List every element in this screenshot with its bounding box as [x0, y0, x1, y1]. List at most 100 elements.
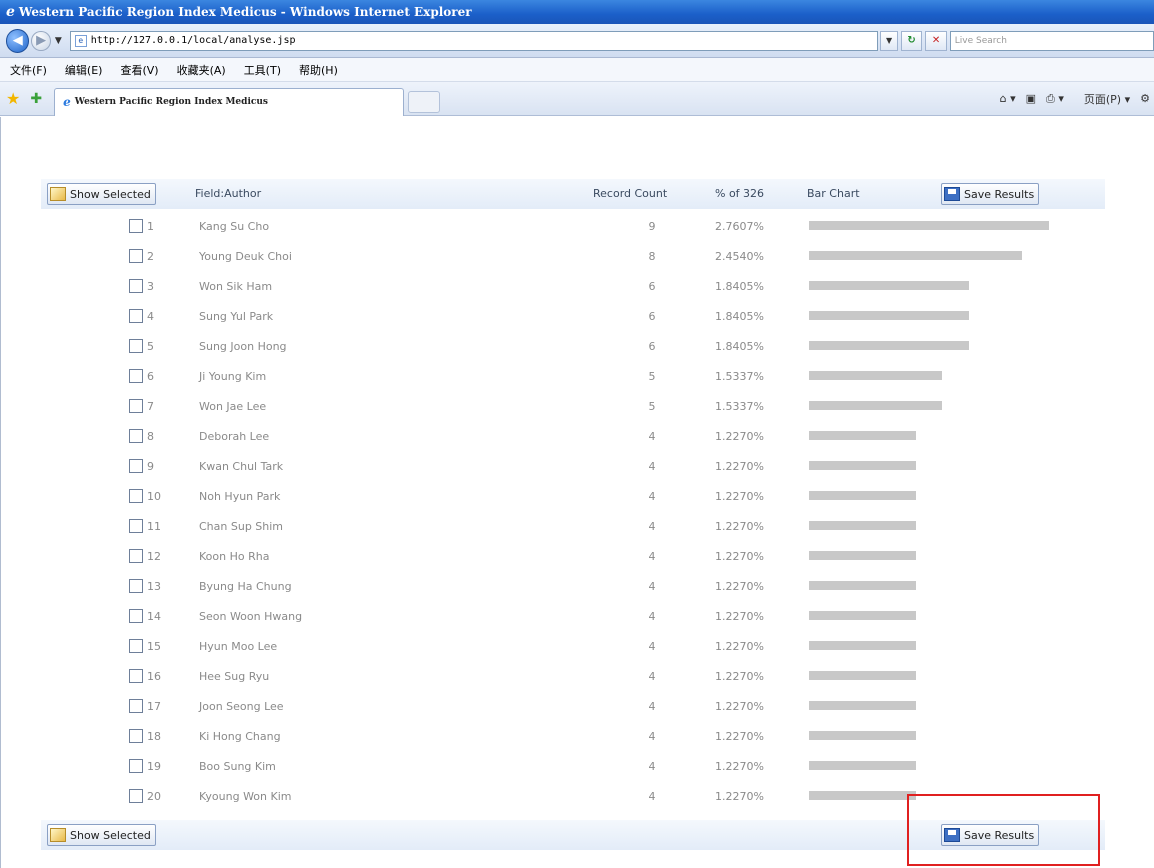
record-percent: 1.8405%	[715, 280, 764, 293]
record-count-header: Record Count	[593, 187, 668, 200]
table-row: 9 Kwan Chul Tark 4 1.2270%	[41, 451, 1105, 481]
row-checkbox[interactable]	[129, 219, 143, 233]
row-checkbox[interactable]	[129, 489, 143, 503]
row-checkbox[interactable]	[129, 429, 143, 443]
record-count: 4	[648, 790, 656, 803]
back-button[interactable]: ◀	[6, 28, 30, 53]
stop-button[interactable]: ✕	[925, 30, 947, 51]
window-title-bar: e Western Pacific Region Index Medicus -…	[0, 0, 1154, 24]
refresh-button[interactable]: ↻	[900, 30, 923, 51]
table-row: 15 Hyun Moo Lee 4 1.2270%	[41, 631, 1105, 661]
page-menu-label: 页面(P)	[1083, 92, 1122, 106]
row-checkbox[interactable]	[129, 309, 143, 323]
command-bar: ⌂ ▾ ▣ ⎙ ▾ 页面(P) ▾ ⚙	[990, 91, 1154, 107]
author-name: Hee Sug Ryu	[199, 670, 270, 683]
address-dropdown-icon[interactable]: ▼	[880, 30, 898, 51]
page-menu[interactable]: 页面(P) ▾	[1074, 91, 1130, 107]
row-checkbox[interactable]	[129, 639, 143, 653]
address-input[interactable]: e http://127.0.0.1/local/analyse.jsp	[69, 30, 879, 51]
record-count: 4	[648, 610, 656, 623]
row-index: 17	[147, 700, 161, 713]
author-name: Hyun Moo Lee	[199, 640, 278, 653]
forward-button[interactable]: ▶	[31, 30, 51, 51]
author-name: Deborah Lee	[199, 430, 270, 443]
row-index: 12	[147, 550, 161, 563]
record-count: 4	[648, 730, 656, 743]
menu-file[interactable]: 文件(F)	[10, 62, 47, 78]
table-row: 6 Ji Young Kim 5 1.5337%	[41, 361, 1105, 391]
row-index: 16	[147, 670, 161, 683]
row-checkbox[interactable]	[129, 369, 143, 383]
table-row: 1 Kang Su Cho 9 2.7607%	[41, 211, 1105, 241]
row-checkbox[interactable]	[129, 279, 143, 293]
author-name: Joon Seong Lee	[199, 700, 284, 713]
row-checkbox[interactable]	[129, 549, 143, 563]
record-count: 5	[648, 400, 656, 413]
record-percent: 1.2270%	[715, 490, 764, 503]
row-index: 7	[147, 400, 154, 413]
row-checkbox[interactable]	[129, 789, 143, 803]
feeds-icon[interactable]: ▣	[1026, 92, 1036, 105]
bar-chart-bar	[809, 551, 916, 560]
record-count: 4	[648, 640, 656, 653]
favorites-star-icon[interactable]: ★	[6, 89, 20, 108]
row-checkbox[interactable]	[129, 249, 143, 263]
field-header: Field:Author	[195, 187, 262, 200]
menu-view[interactable]: 查看(V)	[120, 62, 158, 78]
menu-help[interactable]: 帮助(H)	[299, 62, 338, 78]
tab-title: Western Pacific Region Index Medicus	[74, 97, 268, 107]
record-count: 4	[648, 670, 656, 683]
record-percent: 1.8405%	[715, 340, 764, 353]
home-icon[interactable]: ⌂ ▾	[1000, 92, 1016, 105]
show-selected-button-bottom[interactable]: Show Selected	[47, 824, 156, 846]
table-row: 4 Sung Yul Park 6 1.8405%	[41, 301, 1105, 331]
record-percent: 2.4540%	[715, 250, 764, 263]
add-favorite-icon[interactable]: ✚	[30, 91, 42, 107]
author-name: Seon Woon Hwang	[199, 610, 303, 623]
record-count: 4	[648, 550, 656, 563]
row-checkbox[interactable]	[129, 399, 143, 413]
url-text: http://127.0.0.1/local/analyse.jsp	[90, 35, 296, 46]
row-checkbox[interactable]	[129, 669, 143, 683]
table-row: 14 Seon Woon Hwang 4 1.2270%	[41, 601, 1105, 631]
bar-chart-bar	[809, 641, 916, 650]
record-count: 4	[648, 460, 656, 473]
tools-icon[interactable]: ⚙	[1140, 92, 1150, 105]
bar-chart-bar	[809, 281, 969, 290]
author-name: Sung Joon Hong	[199, 340, 287, 353]
row-index: 6	[147, 370, 154, 383]
bar-chart-bar	[809, 311, 969, 320]
search-input[interactable]: Live Search	[949, 30, 1154, 51]
menu-tools[interactable]: 工具(T)	[244, 62, 281, 78]
row-checkbox[interactable]	[129, 519, 143, 533]
row-checkbox[interactable]	[129, 759, 143, 773]
menu-edit[interactable]: 编辑(E)	[65, 62, 103, 78]
author-name: Kwan Chul Tark	[199, 460, 284, 473]
save-results-button-top[interactable]: Save Results	[941, 183, 1040, 205]
row-checkbox[interactable]	[129, 579, 143, 593]
row-index: 19	[147, 760, 161, 773]
row-index: 14	[147, 610, 161, 623]
row-checkbox[interactable]	[129, 729, 143, 743]
history-dropdown-icon[interactable]: ▼	[55, 36, 62, 46]
tab-active[interactable]: e Western Pacific Region Index Medicus	[54, 87, 405, 116]
bar-chart-bar	[809, 341, 969, 350]
row-checkbox[interactable]	[129, 459, 143, 473]
bar-chart-bar	[809, 491, 916, 500]
author-name: Kyoung Won Kim	[199, 790, 292, 803]
row-checkbox[interactable]	[129, 699, 143, 713]
bar-chart-bar	[809, 671, 916, 680]
bar-chart-bar	[809, 761, 916, 770]
record-percent: 1.2270%	[715, 730, 764, 743]
menu-favorites[interactable]: 收藏夹(A)	[177, 62, 226, 78]
row-checkbox[interactable]	[129, 339, 143, 353]
new-tab-button[interactable]	[408, 90, 441, 113]
row-index: 5	[147, 340, 154, 353]
author-name: Noh Hyun Park	[199, 490, 281, 503]
show-selected-button-top[interactable]: Show Selected	[47, 183, 156, 205]
record-count: 6	[648, 310, 656, 323]
record-percent: 1.2270%	[715, 430, 764, 443]
print-icon[interactable]: ⎙ ▾	[1046, 92, 1064, 106]
row-checkbox[interactable]	[129, 609, 143, 623]
record-count: 5	[648, 370, 656, 383]
